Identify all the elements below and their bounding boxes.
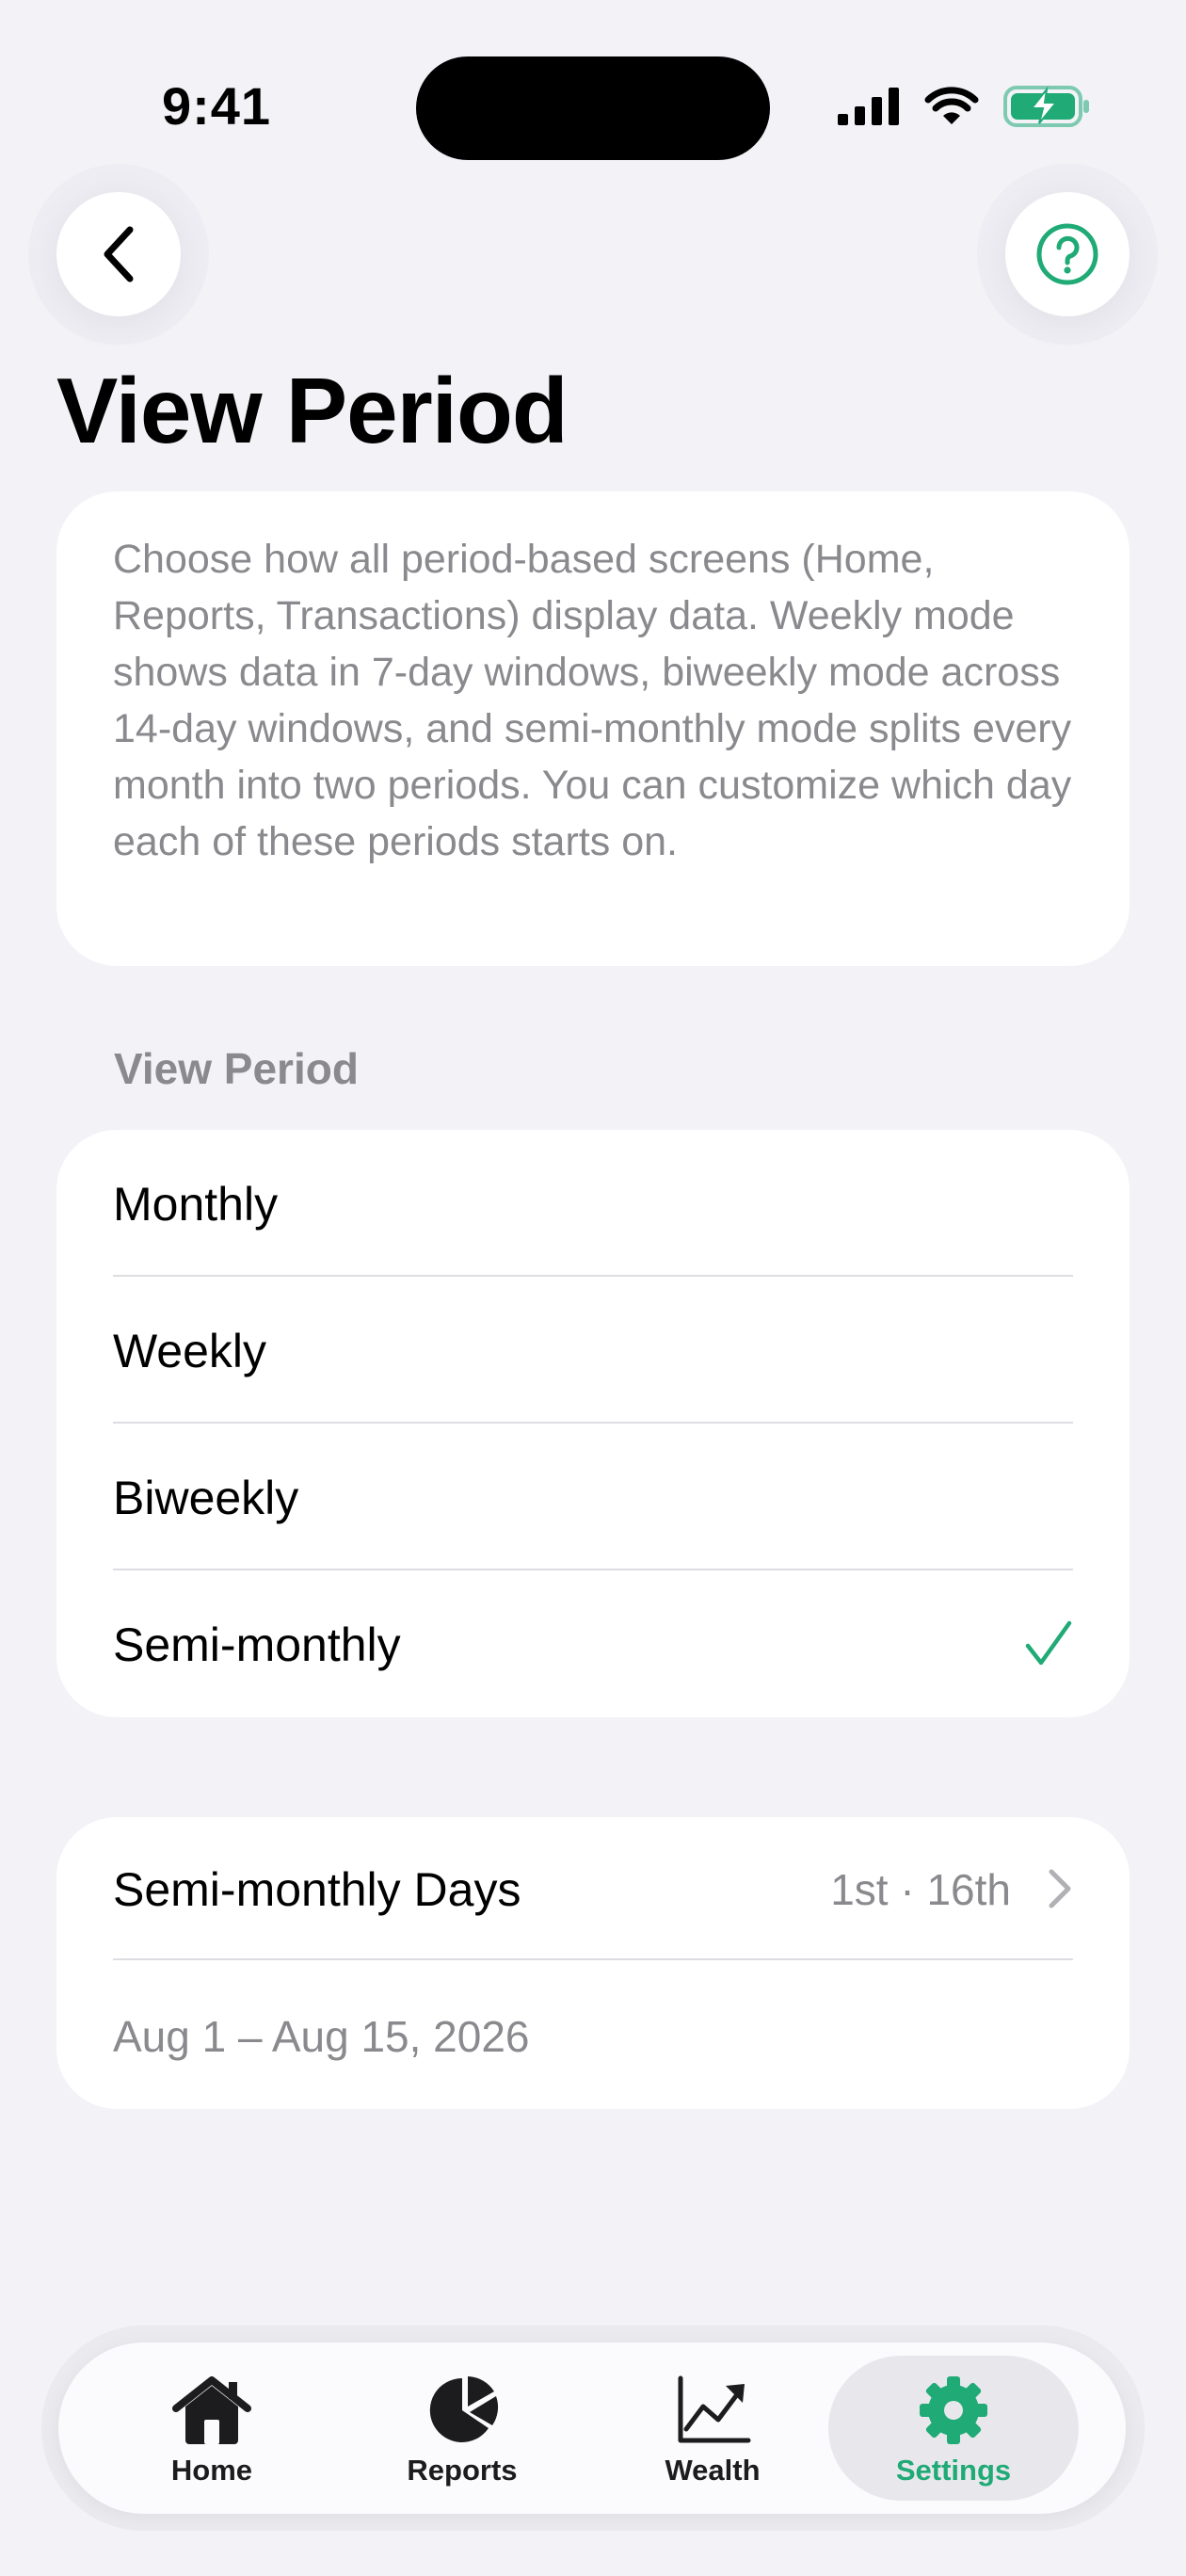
divider [113, 1958, 1073, 1960]
option-label: Weekly [113, 1325, 267, 1377]
tab-home[interactable]: Home [87, 2356, 337, 2501]
page-title: View Period [56, 359, 569, 462]
option-semi-monthly[interactable]: Semi-monthly [56, 1570, 1130, 1717]
tab-label: Settings [895, 2454, 1012, 2487]
tab-label: Reports [407, 2454, 518, 2487]
tab-label: Wealth [665, 2454, 761, 2487]
question-circle-icon [1036, 223, 1098, 285]
option-label: Biweekly [113, 1472, 299, 1524]
back-button[interactable] [56, 192, 181, 316]
option-monthly[interactable]: Monthly [56, 1130, 1130, 1277]
dynamic-island [416, 56, 770, 160]
option-label: Semi-monthly [113, 1618, 401, 1671]
tab-reports[interactable]: Reports [337, 2356, 587, 2501]
option-biweekly[interactable]: Biweekly [56, 1424, 1130, 1570]
help-button[interactable] [1005, 192, 1130, 316]
semi-monthly-days-row[interactable]: Semi-monthly Days 1st · 16th [56, 1817, 1130, 1960]
option-weekly[interactable]: Weekly [56, 1277, 1130, 1424]
chevron-right-icon [1049, 1869, 1071, 1908]
tab-label: Home [170, 2454, 253, 2487]
chevron-left-icon [104, 226, 134, 282]
tab-bar: Home Reports Wealth Settings [58, 2343, 1126, 2514]
view-period-options: Monthly Weekly Biweekly Semi-monthly [56, 1130, 1130, 1717]
section-header-view-period: View Period [114, 1044, 359, 1093]
status-icons [838, 83, 1092, 130]
checkmark-icon [1025, 1620, 1072, 1666]
semi-monthly-days-label: Semi-monthly Days [113, 1863, 521, 1916]
gear-icon [920, 2376, 987, 2444]
line-chart-icon [678, 2375, 751, 2443]
semi-monthly-days-card: Semi-monthly Days 1st · 16th Aug 1 – Aug… [56, 1817, 1130, 2109]
pie-chart-icon [429, 2376, 499, 2442]
house-icon [172, 2376, 251, 2444]
period-range-text: Aug 1 – Aug 15, 2026 [113, 2012, 530, 2061]
option-label: Monthly [113, 1178, 279, 1231]
tab-wealth[interactable]: Wealth [587, 2356, 838, 2501]
status-bar: 9:41 [0, 0, 1186, 188]
cellular-signal-icon [838, 88, 899, 125]
description-card: Choose how all period-based screens (Hom… [56, 491, 1130, 966]
status-time: 9:41 [161, 76, 272, 136]
battery-charging-icon [1003, 86, 1089, 127]
semi-monthly-days-value: 1st · 16th [830, 1865, 1011, 1914]
description-text: Choose how all period-based screens (Hom… [113, 537, 1072, 864]
tab-settings[interactable]: Settings [828, 2356, 1079, 2501]
wifi-icon [924, 87, 979, 124]
